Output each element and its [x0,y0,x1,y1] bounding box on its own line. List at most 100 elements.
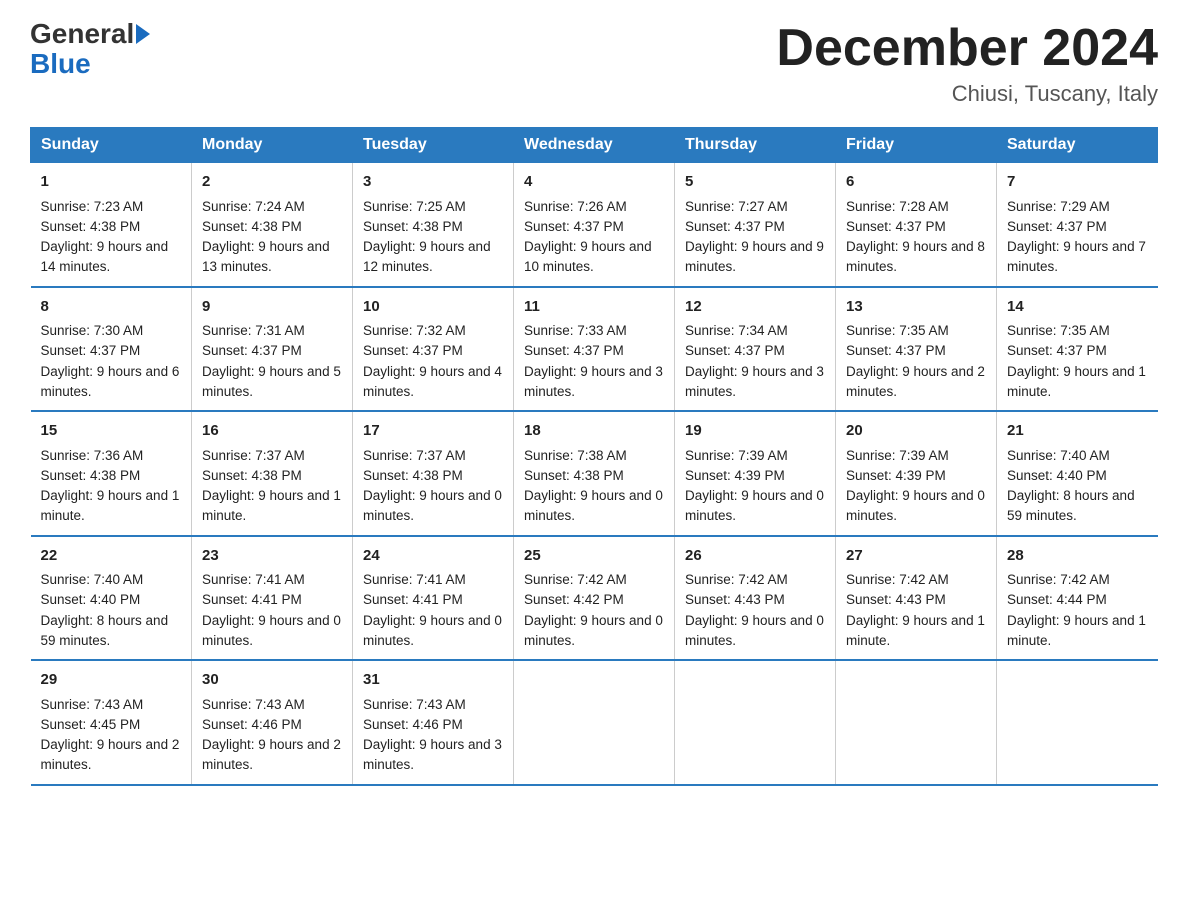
sunrise-text: Sunrise: 7:36 AM [41,448,144,463]
daylight-text: Daylight: 9 hours and 2 minutes. [202,737,341,772]
daylight-text: Daylight: 9 hours and 0 minutes. [363,488,502,523]
sunrise-text: Sunrise: 7:37 AM [363,448,466,463]
sunrise-text: Sunrise: 7:32 AM [363,323,466,338]
sunset-text: Sunset: 4:37 PM [202,343,302,358]
table-row: 22Sunrise: 7:40 AMSunset: 4:40 PMDayligh… [31,536,192,661]
day-number: 15 [41,420,182,443]
calendar-week-row: 22Sunrise: 7:40 AMSunset: 4:40 PMDayligh… [31,536,1158,661]
daylight-text: Daylight: 9 hours and 12 minutes. [363,239,491,274]
logo-general-text: General [30,20,134,48]
daylight-text: Daylight: 9 hours and 0 minutes. [202,613,341,648]
sunset-text: Sunset: 4:42 PM [524,592,624,607]
daylight-text: Daylight: 9 hours and 0 minutes. [524,488,663,523]
table-row: 28 Sunrise: 7:42 AM Sunset: 4:44 PM Dayligh… [997,536,1158,661]
daylight-text: Daylight: 9 hours and 13 minutes. [202,239,330,274]
daylight-text: Daylight: 9 hours and 10 minutes. [524,239,652,274]
logo-arrow-icon [136,24,150,44]
table-row: 11Sunrise: 7:33 AMSunset: 4:37 PMDayligh… [514,287,675,412]
sunrise-text: Sunrise: 7:43 AM [41,697,144,712]
sunset-text: Sunset: 4:40 PM [41,592,141,607]
day-number: 5 [685,171,825,194]
sunset-text: Sunset: 4:37 PM [846,343,946,358]
col-friday: Friday [836,128,997,163]
table-row: 16Sunrise: 7:37 AMSunset: 4:38 PMDayligh… [192,411,353,536]
day-number: 16 [202,420,342,443]
daylight-text: Daylight: 9 hours and 7 minutes. [1007,239,1146,274]
day-number: 6 [846,171,986,194]
sunset-text: Sunset: 4:37 PM [1007,343,1107,358]
sunset-text: Sunset: 4:39 PM [685,468,785,483]
sunrise-text: Sunrise: 7:43 AM [202,697,305,712]
month-title: December 2024 [776,20,1158,77]
day-number: 21 [1007,420,1148,443]
sunset-text: Sunset: 4:37 PM [685,219,785,234]
day-number: 28 [1007,545,1148,568]
calendar-week-row: 15 Sunrise: 7:36 AM Sunset: 4:38 PM Dayligh… [31,411,1158,536]
calendar-week-row: 8Sunrise: 7:30 AMSunset: 4:37 PMDaylight… [31,287,1158,412]
day-number: 31 [363,669,503,692]
day-number: 27 [846,545,986,568]
day-number: 20 [846,420,986,443]
sunset-text: Sunset: 4:37 PM [41,343,141,358]
table-row: 15Sunrise: 7:36 AMSunset: 4:38 PMDayligh… [31,411,192,536]
table-row [836,660,997,785]
day-number: 14 [1007,296,1148,319]
sunrise-text: Sunrise: 7:40 AM [1007,448,1110,463]
logo: General Blue [30,20,150,80]
sunrise-text: Sunrise: 7:23 AM [41,199,144,214]
table-row: 20Sunrise: 7:39 AMSunset: 4:39 PMDayligh… [836,411,997,536]
table-row: 13Sunrise: 7:35 AMSunset: 4:37 PMDayligh… [836,287,997,412]
day-number: 25 [524,545,664,568]
daylight-text: Daylight: 9 hours and 0 minutes. [685,488,824,523]
calendar-header-row: Sunday Monday Tuesday Wednesday Thursday… [31,128,1158,163]
sunset-text: Sunset: 4:37 PM [1007,219,1107,234]
sunrise-text: Sunrise: 7:42 AM [1007,572,1110,587]
daylight-text: Daylight: 9 hours and 1 minute. [1007,613,1146,648]
sunrise-text: Sunrise: 7:30 AM [41,323,144,338]
table-row: 31Sunrise: 7:43 AMSunset: 4:46 PMDayligh… [353,660,514,785]
sunrise-text: Sunrise: 7:33 AM [524,323,627,338]
daylight-text: Daylight: 9 hours and 2 minutes. [41,737,180,772]
sunrise-text: Sunrise: 7:42 AM [846,572,949,587]
day-number: 26 [685,545,825,568]
sunrise-text: Sunrise: 7:27 AM [685,199,788,214]
daylight-text: Daylight: 9 hours and 1 minute. [846,613,985,648]
sunrise-text: Sunrise: 7:38 AM [524,448,627,463]
location-subtitle: Chiusi, Tuscany, Italy [776,81,1158,107]
sunset-text: Sunset: 4:46 PM [363,717,463,732]
day-number: 2 [202,171,342,194]
calendar-week-row: 29Sunrise: 7:43 AMSunset: 4:45 PMDayligh… [31,660,1158,785]
sunrise-text: Sunrise: 7:26 AM [524,199,627,214]
daylight-text: Daylight: 9 hours and 6 minutes. [41,364,180,399]
sunrise-text: Sunrise: 7:24 AM [202,199,305,214]
daylight-text: Daylight: 9 hours and 0 minutes. [685,613,824,648]
day-number: 3 [363,171,503,194]
day-number: 17 [363,420,503,443]
col-wednesday: Wednesday [514,128,675,163]
calendar-table: Sunday Monday Tuesday Wednesday Thursday… [30,127,1158,786]
daylight-text: Daylight: 9 hours and 4 minutes. [363,364,502,399]
daylight-text: Daylight: 9 hours and 1 minute. [202,488,341,523]
table-row: 4Sunrise: 7:26 AMSunset: 4:37 PMDaylight… [514,163,675,287]
sunset-text: Sunset: 4:38 PM [524,468,624,483]
day-number: 1 [41,171,182,194]
sunset-text: Sunset: 4:43 PM [846,592,946,607]
sunset-text: Sunset: 4:44 PM [1007,592,1107,607]
daylight-text: Daylight: 9 hours and 9 minutes. [685,239,824,274]
daylight-text: Daylight: 9 hours and 0 minutes. [363,613,502,648]
daylight-text: Daylight: 9 hours and 0 minutes. [524,613,663,648]
table-row: 21Sunrise: 7:40 AMSunset: 4:40 PMDayligh… [997,411,1158,536]
table-row: 25Sunrise: 7:42 AMSunset: 4:42 PMDayligh… [514,536,675,661]
day-number: 18 [524,420,664,443]
day-number: 23 [202,545,342,568]
daylight-text: Daylight: 9 hours and 3 minutes. [685,364,824,399]
col-sunday: Sunday [31,128,192,163]
table-row: 5 Sunrise: 7:27 AM Sunset: 4:37 PM Daylight… [675,163,836,287]
sunrise-text: Sunrise: 7:42 AM [685,572,788,587]
sunset-text: Sunset: 4:41 PM [363,592,463,607]
table-row: 19Sunrise: 7:39 AMSunset: 4:39 PMDayligh… [675,411,836,536]
sunset-text: Sunset: 4:38 PM [363,468,463,483]
table-row: 6Sunrise: 7:28 AMSunset: 4:37 PMDaylight… [836,163,997,287]
sunset-text: Sunset: 4:37 PM [846,219,946,234]
col-tuesday: Tuesday [353,128,514,163]
